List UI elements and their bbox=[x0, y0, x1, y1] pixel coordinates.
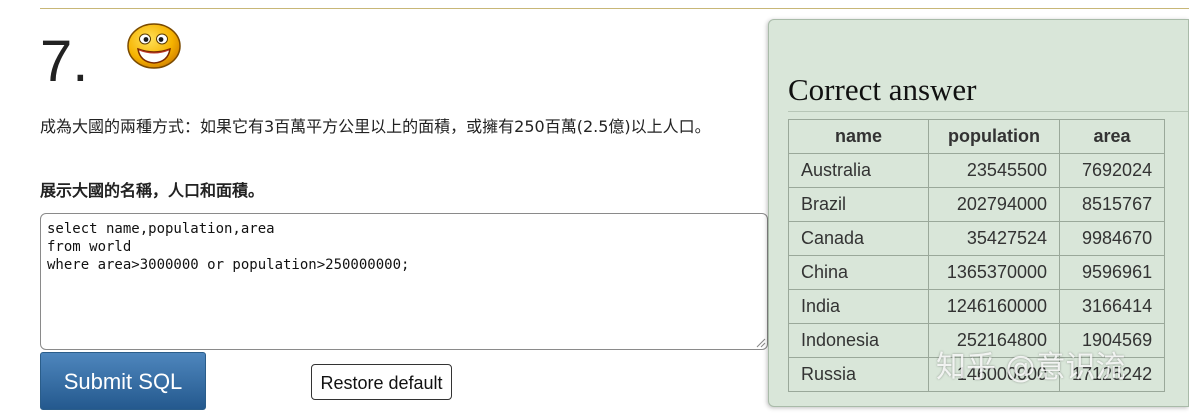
answer-table: name population area Australia 23545500 … bbox=[788, 119, 1166, 392]
table-row: Indonesia 252164800 1904569 bbox=[788, 323, 1166, 358]
table-row: Australia 23545500 7692024 bbox=[788, 153, 1166, 188]
cell-area: 7692024 bbox=[1058, 153, 1166, 188]
cell-name: Canada bbox=[788, 221, 929, 256]
cell-area: 1904569 bbox=[1058, 323, 1166, 358]
table-row: Canada 35427524 9984670 bbox=[788, 221, 1166, 256]
cell-population: 1246160000 bbox=[928, 289, 1060, 324]
cell-name: China bbox=[788, 255, 929, 290]
cell-area: 3166414 bbox=[1058, 289, 1166, 324]
cell-name: Russia bbox=[788, 357, 929, 392]
cell-population: 1365370000 bbox=[928, 255, 1060, 290]
column-header: population bbox=[928, 119, 1060, 154]
table-row: India 1246160000 3166414 bbox=[788, 289, 1166, 324]
cell-name: Indonesia bbox=[788, 323, 929, 358]
question-text: 成為大國的兩種方式：如果它有3百萬平方公里以上的面積，或擁有250百萬(2.5億… bbox=[40, 117, 711, 136]
column-header: area bbox=[1058, 119, 1166, 154]
cell-name: India bbox=[788, 289, 929, 324]
task-text: 展示大國的名稱，人口和面積。 bbox=[40, 181, 265, 200]
cell-area: 17125242 bbox=[1058, 357, 1166, 392]
cell-name: Brazil bbox=[788, 187, 929, 222]
table-header-row: name population area bbox=[788, 119, 1166, 154]
answer-title: Correct answer bbox=[788, 72, 977, 107]
top-divider bbox=[40, 8, 1189, 9]
correct-answer-panel: Correct answer name population area Aust… bbox=[768, 19, 1189, 407]
cell-population: 252164800 bbox=[928, 323, 1060, 358]
cell-population: 146000000 bbox=[928, 357, 1060, 392]
sql-editor[interactable]: select name,population,area from world w… bbox=[40, 213, 768, 350]
cell-area: 8515767 bbox=[1058, 187, 1166, 222]
smiley-icon bbox=[127, 23, 181, 69]
submit-sql-button[interactable]: Submit SQL bbox=[40, 352, 206, 410]
table-row: China 1365370000 9596961 bbox=[788, 255, 1166, 290]
cell-population: 35427524 bbox=[928, 221, 1060, 256]
question-number: 7. bbox=[40, 29, 89, 94]
cell-name: Australia bbox=[788, 153, 929, 188]
answer-divider bbox=[788, 111, 1188, 112]
column-header: name bbox=[788, 119, 929, 154]
resize-grip-icon[interactable] bbox=[755, 337, 766, 348]
table-row: Russia 146000000 17125242 bbox=[788, 357, 1166, 392]
cell-area: 9984670 bbox=[1058, 221, 1166, 256]
cell-population: 23545500 bbox=[928, 153, 1060, 188]
restore-default-button[interactable]: Restore default bbox=[311, 364, 452, 400]
table-row: Brazil 202794000 8515767 bbox=[788, 187, 1166, 222]
cell-population: 202794000 bbox=[928, 187, 1060, 222]
cell-area: 9596961 bbox=[1058, 255, 1166, 290]
